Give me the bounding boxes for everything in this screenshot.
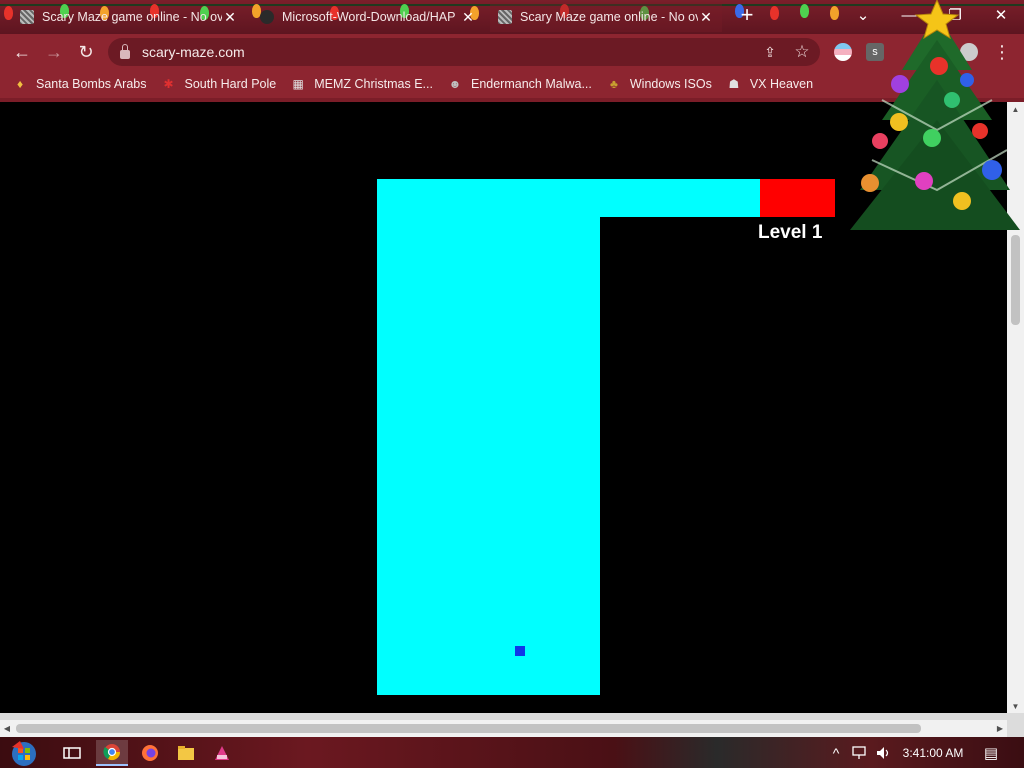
tree-foliage	[850, 14, 1020, 230]
bookmark-vx-heaven[interactable]: ☗ VX Heaven	[726, 76, 813, 92]
forward-button[interactable]: →	[38, 36, 70, 68]
maze-favicon-icon	[498, 10, 512, 24]
tab-scary-maze-1[interactable]: Scary Maze game online - No ov ✕	[12, 2, 246, 32]
tab-microsoft-word[interactable]: Microsoft-Word-Download/HAP ✕	[252, 2, 484, 32]
memz-icon: ▦	[292, 77, 304, 91]
scroll-down-arrow-icon[interactable]: ▼	[1007, 699, 1024, 713]
windows-start-icon[interactable]	[8, 739, 40, 767]
maze-favicon-icon	[20, 10, 34, 24]
share-icon[interactable]: ⇪	[760, 42, 780, 62]
christmas-tree-decoration	[850, 0, 1020, 230]
notification-icon[interactable]: ▤	[978, 737, 1004, 768]
back-button[interactable]: ←	[6, 36, 38, 68]
tab-close-icon[interactable]: ✕	[698, 9, 714, 26]
windows-isos-icon: ♣	[609, 77, 618, 91]
tray-overflow-arrow-icon[interactable]: ^	[826, 737, 846, 768]
chrome-taskbar-icon[interactable]	[96, 740, 128, 766]
bookmark-label: Endermanch Malwa...	[470, 77, 592, 91]
tab-close-icon[interactable]: ✕	[222, 9, 238, 26]
bookmark-endermanch[interactable]: ☻ Endermanch Malwa...	[447, 76, 592, 92]
player-cursor-dot[interactable]	[515, 646, 525, 656]
bookmark-star-icon[interactable]: ☆	[792, 42, 812, 62]
file-explorer-icon[interactable]	[170, 740, 202, 766]
bookmark-label: VX Heaven	[749, 77, 814, 91]
bookmark-memz-christmas[interactable]: ▦ MEMZ Christmas E...	[290, 76, 433, 92]
network-icon[interactable]	[850, 737, 870, 768]
maze-path-horizontal[interactable]	[600, 179, 760, 217]
bookmark-south-hard-pole[interactable]: ✱ South Hard Pole	[160, 76, 276, 92]
tab-title: Scary Maze game online - No ov	[520, 10, 698, 24]
bookmark-santa-bombs[interactable]: ♦ Santa Bombs Arabs	[12, 76, 147, 92]
scrollbar-gap	[0, 713, 1007, 720]
new-tab-button[interactable]: +	[726, 0, 768, 30]
bookmark-label: Santa Bombs Arabs	[36, 77, 147, 91]
lock-icon	[120, 44, 130, 59]
horizontal-scroll-thumb[interactable]	[16, 724, 921, 733]
santa-icon: ♦	[16, 77, 24, 91]
firefox-taskbar-icon[interactable]	[134, 740, 166, 766]
volume-icon[interactable]	[874, 737, 894, 768]
bookmark-label: Windows ISOs	[629, 77, 712, 91]
scroll-left-arrow-icon[interactable]: ◀	[0, 720, 14, 737]
level-label: Level 1	[758, 222, 823, 243]
windows-taskbar: ^ 3:41:00 AM ▤	[0, 737, 1024, 768]
vertical-scroll-thumb[interactable]	[1011, 235, 1020, 325]
clock[interactable]: 3:41:00 AM	[900, 737, 966, 768]
bookmark-label: South Hard Pole	[184, 77, 277, 91]
scrollbar-corner	[1007, 713, 1024, 737]
endermanch-icon: ☻	[448, 77, 462, 91]
reload-button[interactable]: ↻	[70, 36, 102, 68]
app-taskbar-icon[interactable]	[206, 740, 238, 766]
bookmark-label: MEMZ Christmas E...	[314, 77, 433, 91]
bookmark-windows-isos[interactable]: ♣ Windows ISOs	[606, 76, 712, 92]
tab-scary-maze-active[interactable]: Scary Maze game online - No ov ✕	[490, 2, 722, 32]
maze-path-vertical[interactable]	[377, 179, 600, 695]
vx-heaven-icon: ☗	[728, 77, 740, 91]
light-bulb-decoration	[830, 6, 839, 20]
address-bar[interactable]: scary-maze.com ⇪ ☆	[108, 38, 820, 66]
maze-goal[interactable]	[760, 179, 835, 217]
scroll-right-arrow-icon[interactable]: ▶	[993, 720, 1007, 737]
snowflake-icon: ✱	[163, 77, 174, 91]
tab-title: Microsoft-Word-Download/HAP	[282, 10, 456, 24]
task-view-icon[interactable]	[56, 740, 88, 766]
tab-title: Scary Maze game online - No ov	[42, 10, 222, 24]
tab-close-icon[interactable]: ✕	[460, 9, 476, 26]
url-text: scary-maze.com	[142, 44, 245, 60]
light-bulb-decoration	[770, 6, 779, 20]
horizontal-scrollbar[interactable]: ◀ ▶	[0, 720, 1007, 737]
github-favicon-icon	[260, 10, 274, 24]
light-bulb-decoration	[800, 4, 809, 18]
